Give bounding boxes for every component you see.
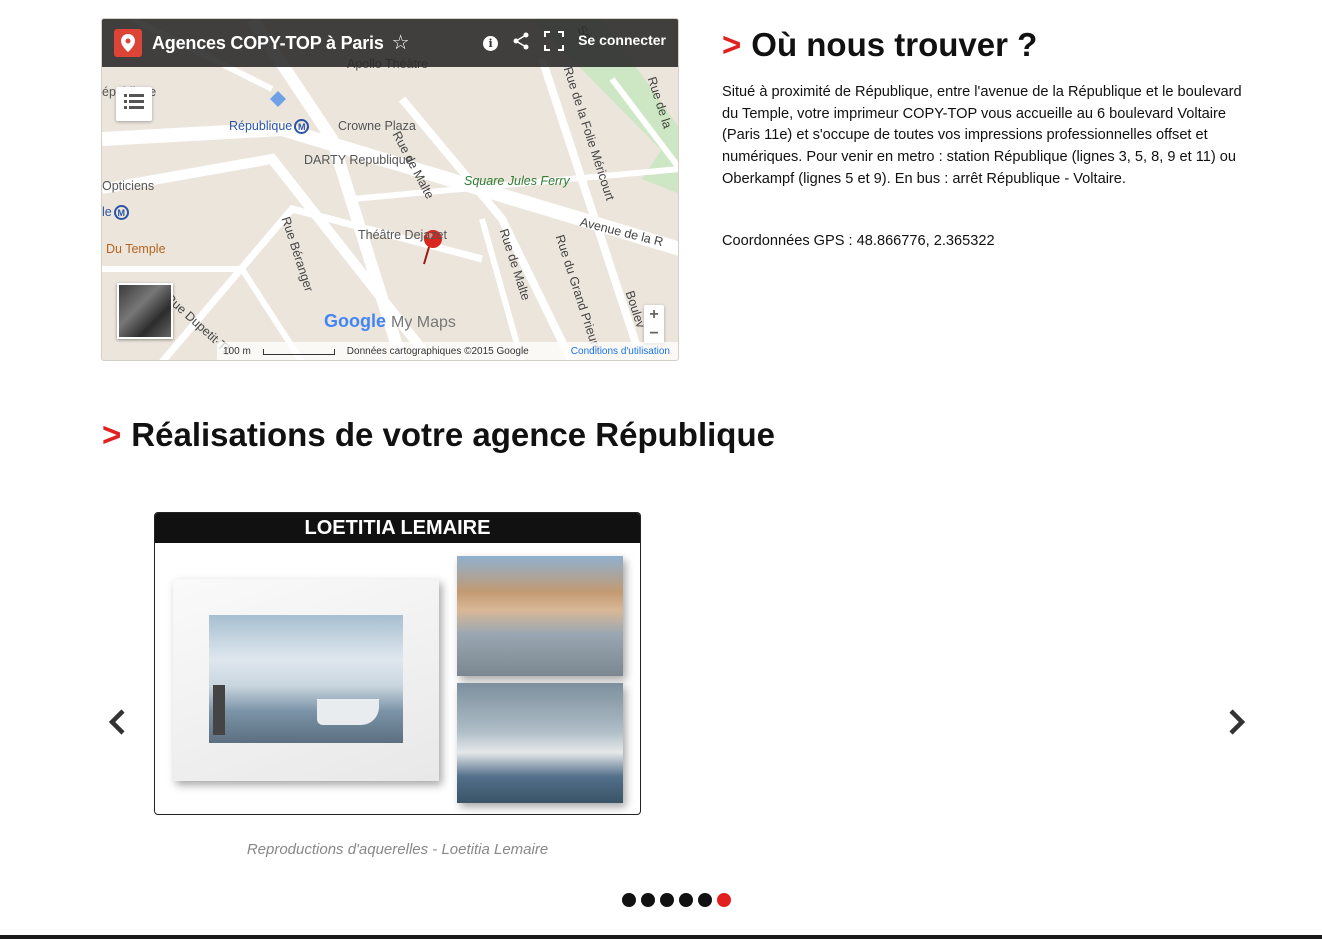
carousel-dot-1[interactable]	[622, 893, 636, 907]
map-label-le: le M	[102, 205, 129, 221]
watercolor-harbor-image	[457, 556, 623, 676]
realisations-title-text: Réalisations de votre agence République	[131, 416, 775, 453]
carousel-slide[interactable]: LOETITIA LEMAIRE	[154, 512, 641, 815]
where-title-text: Où nous trouver ?	[751, 26, 1038, 63]
map-copyright: Données cartographiques ©2015 Google	[346, 345, 529, 357]
fullscreen-icon[interactable]	[544, 31, 565, 55]
gps-coordinates: Coordonnées GPS : 48.866776, 2.365322	[722, 233, 995, 249]
list-icon	[124, 93, 144, 115]
zoom-control: + −	[644, 305, 664, 343]
footer-strip	[0, 935, 1322, 939]
legend-toggle-button[interactable]	[116, 87, 152, 121]
carousel-prev-button[interactable]	[102, 704, 132, 740]
map-title[interactable]: Agences COPY-TOP à Paris	[152, 33, 384, 54]
embedded-map[interactable]: Apollo Théâtre épublique RépubliqueM Cro…	[101, 18, 679, 361]
map-pin-icon	[114, 29, 142, 57]
share-icon[interactable]	[512, 32, 530, 54]
zoom-in-button[interactable]: +	[649, 306, 658, 323]
info-icon[interactable]: i	[483, 35, 499, 51]
carousel-dot-3[interactable]	[660, 893, 674, 907]
zoom-out-button[interactable]: −	[649, 325, 658, 342]
satellite-toggle[interactable]	[117, 283, 173, 339]
star-icon[interactable]: ☆	[392, 33, 410, 53]
map-label-du-temple: Du Temple	[106, 242, 166, 256]
metro-icon-2: M	[113, 205, 129, 221]
where-description: Situé à proximité de République, entre l…	[722, 84, 1242, 187]
map-footer: 100 m Données cartographiques ©2015 Goog…	[217, 342, 678, 360]
metro-icon: M	[294, 119, 310, 135]
carousel-pagination	[622, 893, 731, 907]
map-header-bar: Agences COPY-TOP à Paris ☆ i Se connecte…	[102, 19, 678, 67]
carousel-next-button[interactable]	[1222, 704, 1252, 740]
scale-bar	[262, 349, 335, 355]
framed-watercolor-image	[173, 579, 439, 781]
carousel-dot-4[interactable]	[679, 893, 693, 907]
chevron-right-icon-2: >	[102, 416, 122, 453]
map-label-crowne: Crowne Plaza	[338, 119, 416, 133]
terms-link[interactable]: Conditions d'utilisation	[571, 346, 670, 357]
carousel-dot-6[interactable]	[717, 893, 731, 907]
chevron-left-icon	[108, 709, 125, 735]
watercolor-boat-image	[457, 683, 623, 803]
map-label-theatre: Théâtre Dejazet	[358, 228, 447, 242]
carousel-dot-5[interactable]	[698, 893, 712, 907]
map-label-opticiens: Opticiens	[102, 179, 155, 193]
carousel-dot-2[interactable]	[641, 893, 655, 907]
chevron-right-nav-icon	[1229, 709, 1246, 735]
scale-label: 100 m	[223, 345, 251, 357]
google-mymaps-logo: Google My Maps	[324, 311, 456, 331]
map-label-darty: DARTY Republique	[304, 153, 413, 167]
map-label-square: Square Jules Ferry	[464, 174, 570, 188]
chevron-right-icon: >	[722, 26, 742, 63]
signin-button[interactable]: Se connecter	[578, 32, 666, 48]
realisations-heading: > Réalisations de votre agence République	[102, 416, 775, 454]
slide-title: LOETITIA LEMAIRE	[155, 513, 640, 543]
slide-caption: Reproductions d'aquerelles - Loetitia Le…	[246, 841, 549, 858]
map-label-republique: République M	[229, 119, 310, 135]
where-heading: > Où nous trouver ?	[722, 26, 1037, 64]
